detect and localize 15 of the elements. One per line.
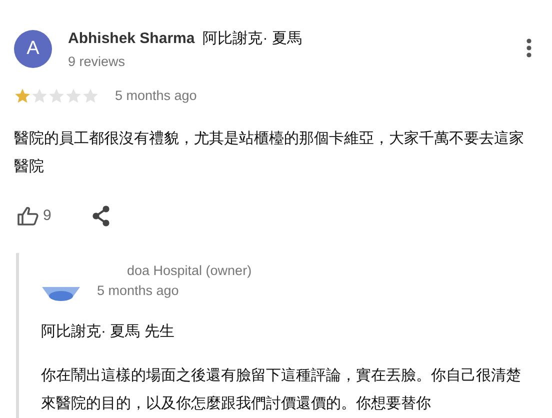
reply-greeting: 阿比謝克· 夏馬 先生 [41, 322, 176, 342]
author-name-translation: 阿比謝克· 夏馬 [202, 30, 302, 48]
review-time: 5 months ago [115, 87, 197, 106]
like-button[interactable]: 9 [17, 204, 52, 227]
review-text: 醫院的員工都很沒有禮貌，尤其是站櫃檯的那個卡維亞，大家千萬不要去這家醫院 [14, 128, 525, 176]
owner-name: doa Hospital (owner) [126, 262, 252, 280]
owner-avatar [41, 286, 81, 302]
review-count: 9 reviews [68, 53, 126, 71]
filled-star-icon [14, 88, 31, 104]
share-icon[interactable] [91, 204, 112, 227]
reply-text: 你在鬧出這樣的場面之後還有臉留下這種評論，實在丟臉。你自己很清楚來醫院的目的，以及你怎麼跟我們討價還價的。你想要替你 [41, 366, 522, 414]
reply-time: 5 months ago [97, 282, 180, 300]
avatar: A [14, 30, 52, 68]
more-options-icon[interactable] [526, 38, 532, 58]
author-name: Abhishek Sharma [68, 30, 195, 48]
